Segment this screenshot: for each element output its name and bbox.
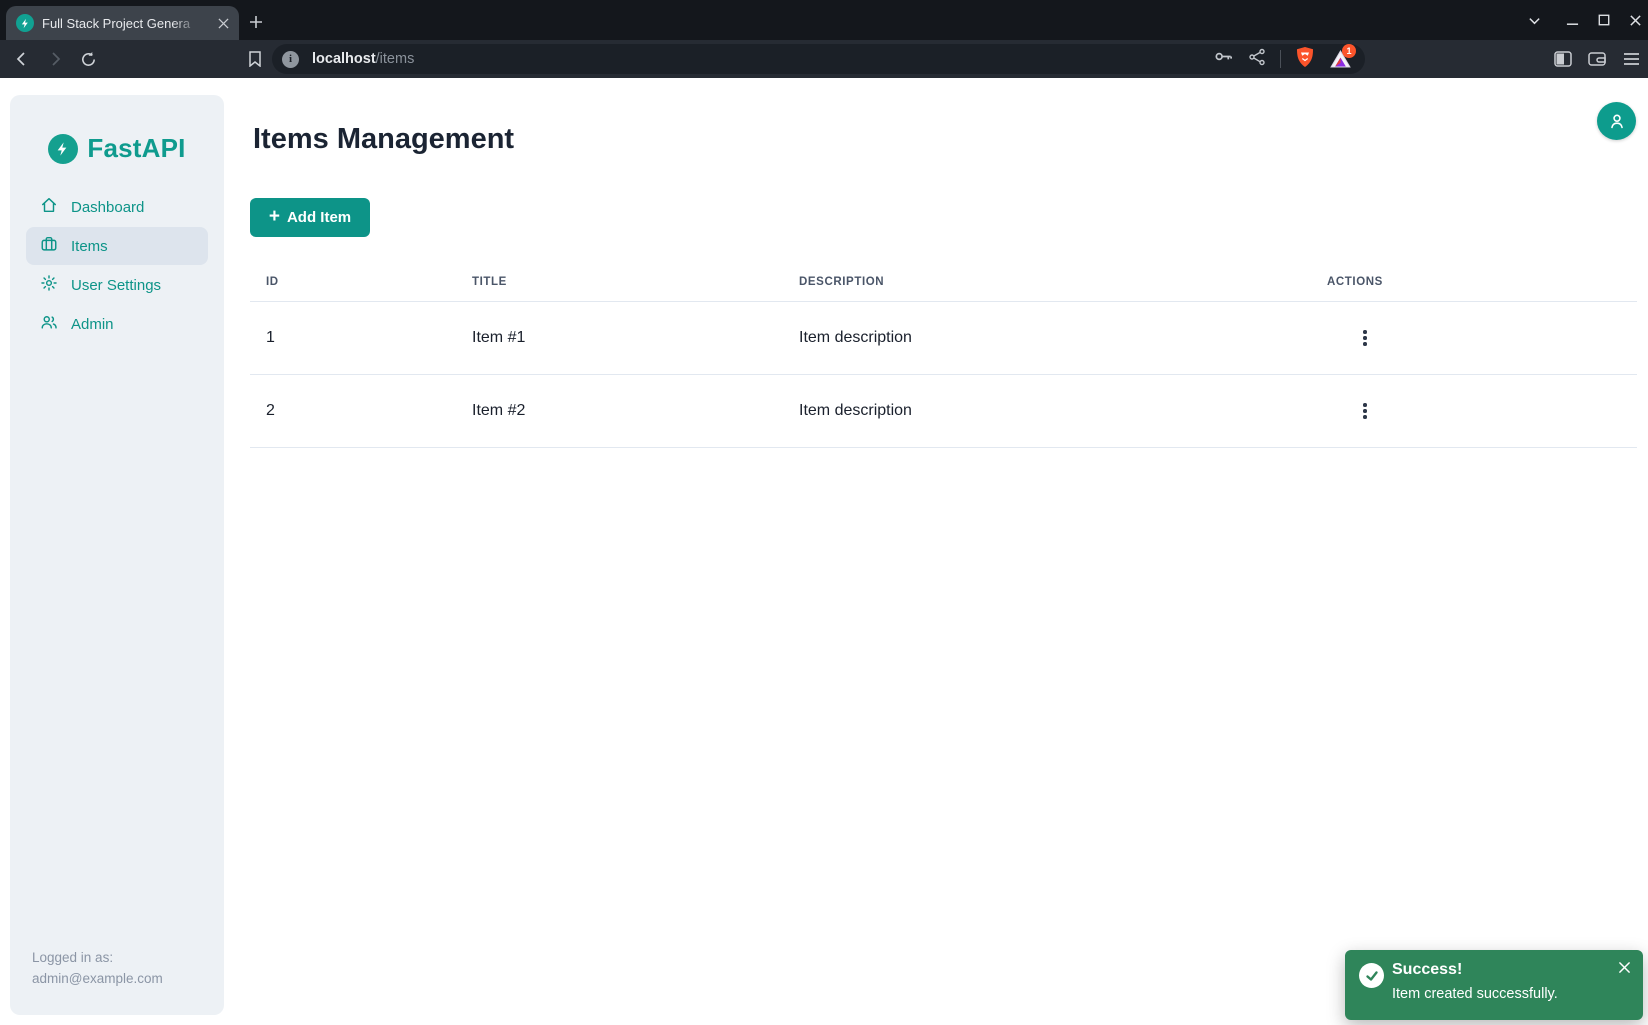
column-header-id: ID <box>250 276 456 302</box>
sidebar-item-admin[interactable]: Admin <box>26 305 208 343</box>
cell-description: Item description <box>783 375 1311 448</box>
column-header-title: TITLE <box>456 276 783 302</box>
window-maximize-button[interactable] <box>1592 8 1616 32</box>
divider <box>1280 50 1281 68</box>
cell-description: Item description <box>783 302 1311 375</box>
sidebar-item-items[interactable]: Items <box>26 227 208 265</box>
users-icon <box>40 313 58 335</box>
column-header-description: DESCRIPTION <box>783 276 1311 302</box>
sidebar-item-user-settings[interactable]: User Settings <box>26 266 208 304</box>
tab-search-chevron-icon[interactable] <box>1522 8 1546 32</box>
sidebar: FastAPI Dashboard Items User Settings <box>10 95 224 1015</box>
new-tab-button[interactable] <box>243 9 269 35</box>
reload-button[interactable] <box>76 47 100 71</box>
cell-title: Item #1 <box>456 302 783 375</box>
table-row: 2 Item #2 Item description <box>250 375 1637 448</box>
menu-hamburger-icon[interactable] <box>1619 47 1643 71</box>
browser-toolbar: i localhost/items 1 <box>0 40 1648 78</box>
cell-id: 1 <box>250 302 456 375</box>
sidebar-item-label: Admin <box>71 316 114 333</box>
toast-title: Success! <box>1392 961 1462 979</box>
check-circle-icon <box>1359 963 1384 988</box>
wallet-icon[interactable] <box>1585 47 1609 71</box>
row-actions-kebab-icon[interactable] <box>1351 324 1379 352</box>
table-header-row: ID TITLE DESCRIPTION ACTIONS <box>250 276 1637 302</box>
fastapi-logo: FastAPI <box>10 133 224 164</box>
rewards-badge: 1 <box>1342 44 1356 58</box>
logged-in-info: Logged in as: admin@example.com <box>10 947 224 1015</box>
tab-close-icon[interactable] <box>218 18 229 29</box>
toast-close-icon[interactable] <box>1615 958 1633 976</box>
sidebar-item-label: Items <box>71 238 108 255</box>
fastapi-favicon-icon <box>16 14 34 32</box>
sidebar-toggle-icon[interactable] <box>1551 47 1575 71</box>
plus-icon: + <box>269 207 280 226</box>
items-table: ID TITLE DESCRIPTION ACTIONS 1 Item #1 I… <box>250 276 1637 448</box>
share-icon[interactable] <box>1248 48 1266 71</box>
brave-rewards-icon[interactable]: 1 <box>1329 48 1351 70</box>
browser-titlebar: Full Stack Project Genera <box>0 0 1648 40</box>
logo-text: FastAPI <box>87 133 185 164</box>
sidebar-item-label: User Settings <box>71 277 161 294</box>
window-minimize-button[interactable] <box>1560 8 1584 32</box>
bookmark-icon[interactable] <box>243 47 267 71</box>
toast-message: Item created successfully. <box>1392 986 1558 1002</box>
column-header-actions: ACTIONS <box>1311 276 1637 302</box>
sidebar-item-label: Dashboard <box>71 199 144 216</box>
password-key-icon[interactable] <box>1213 46 1234 72</box>
tab-title: Full Stack Project Genera <box>42 16 200 31</box>
row-actions-kebab-icon[interactable] <box>1351 397 1379 425</box>
sidebar-item-dashboard[interactable]: Dashboard <box>26 188 208 226</box>
page-content: FastAPI Dashboard Items User Settings <box>0 78 1648 1025</box>
address-bar[interactable]: i localhost/items 1 <box>272 44 1365 74</box>
logged-in-label: Logged in as: <box>32 947 202 968</box>
home-icon <box>40 196 58 218</box>
browser-tab[interactable]: Full Stack Project Genera <box>6 6 239 40</box>
cell-id: 2 <box>250 375 456 448</box>
fastapi-bolt-icon <box>48 134 78 164</box>
page-title: Items Management <box>253 123 514 156</box>
cell-title: Item #2 <box>456 375 783 448</box>
briefcase-icon <box>40 235 58 257</box>
success-toast: Success! Item created successfully. <box>1345 950 1643 1020</box>
logged-in-email: admin@example.com <box>32 968 202 989</box>
forward-button[interactable] <box>43 47 67 71</box>
site-info-icon[interactable]: i <box>282 51 299 68</box>
sidebar-nav: Dashboard Items User Settings Admin <box>10 187 224 344</box>
window-close-button[interactable] <box>1623 8 1647 32</box>
back-button[interactable] <box>10 47 34 71</box>
user-avatar-button[interactable] <box>1597 102 1636 140</box>
add-item-button[interactable]: + Add Item <box>250 198 370 237</box>
gear-icon <box>40 274 58 296</box>
table-row: 1 Item #1 Item description <box>250 302 1637 375</box>
brave-shield-icon[interactable] <box>1295 46 1315 73</box>
url-text[interactable]: localhost/items <box>312 51 414 67</box>
